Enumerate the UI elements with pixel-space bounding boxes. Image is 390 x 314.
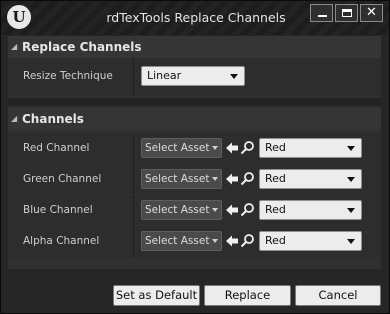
replace-button[interactable]: Replace: [204, 285, 291, 306]
channel-row-blue: Blue Channel Select Asset Red: [8, 195, 381, 225]
browse-asset-search-icon[interactable]: [240, 233, 255, 248]
channel-source-value: Red: [265, 234, 286, 247]
channel-row-green: Green Channel Select Asset Red: [8, 164, 381, 194]
chevron-down-icon: [212, 208, 218, 212]
select-asset-label: Select Asset: [145, 142, 210, 154]
category-title: Replace Channels: [22, 40, 142, 54]
select-asset-label: Select Asset: [145, 235, 210, 247]
channel-label: Blue Channel: [23, 204, 93, 216]
collapse-triangle-icon: ◢: [11, 114, 18, 123]
select-asset-label: Select Asset: [145, 204, 210, 216]
select-asset-dropdown[interactable]: Select Asset: [141, 200, 222, 220]
browse-asset-search-icon[interactable]: [240, 202, 255, 217]
chevron-down-icon: [230, 74, 238, 79]
chevron-down-icon: [212, 146, 218, 150]
resize-technique-value: Linear: [147, 69, 182, 82]
use-selected-asset-arrow-icon[interactable]: [225, 234, 239, 248]
close-button[interactable]: ✕: [360, 4, 383, 22]
minimize-button[interactable]: [310, 4, 333, 22]
channel-source-value: Red: [265, 172, 286, 185]
window-controls: ✕: [308, 4, 383, 22]
select-asset-label: Select Asset: [145, 173, 210, 185]
column-divider[interactable]: [133, 195, 134, 225]
chevron-down-icon: [212, 177, 218, 181]
channel-source-dropdown[interactable]: Red: [259, 138, 362, 158]
select-asset-dropdown[interactable]: Select Asset: [141, 231, 222, 251]
maximize-icon: [342, 9, 352, 17]
set-as-default-button[interactable]: Set as Default: [113, 285, 200, 306]
column-divider[interactable]: [133, 226, 134, 258]
column-divider[interactable]: [133, 58, 134, 96]
channel-label: Green Channel: [23, 173, 102, 185]
chevron-down-icon: [347, 208, 355, 213]
details-panel: ◢ Replace Channels Resize Technique Line…: [8, 36, 381, 269]
use-selected-asset-arrow-icon[interactable]: [225, 141, 239, 155]
collapse-triangle-icon: ◢: [11, 42, 18, 51]
channel-source-value: Red: [265, 141, 286, 154]
section-gap: [8, 98, 381, 106]
column-divider[interactable]: [133, 164, 134, 194]
cancel-button[interactable]: Cancel: [295, 285, 381, 306]
channel-label: Alpha Channel: [23, 235, 100, 247]
browse-asset-search-icon[interactable]: [240, 140, 255, 155]
channel-source-value: Red: [265, 203, 286, 216]
channel-row-alpha: Alpha Channel Select Asset Red: [8, 226, 381, 258]
category-replace-channels[interactable]: ◢ Replace Channels: [8, 36, 381, 58]
column-divider[interactable]: [133, 133, 134, 163]
channel-source-dropdown[interactable]: Red: [259, 200, 362, 220]
chevron-down-icon: [347, 239, 355, 244]
maximize-button[interactable]: [335, 4, 358, 22]
use-selected-asset-arrow-icon[interactable]: [225, 172, 239, 186]
chevron-down-icon: [347, 177, 355, 182]
channel-source-dropdown[interactable]: Red: [259, 231, 362, 251]
browse-asset-search-icon[interactable]: [240, 171, 255, 186]
channel-source-dropdown[interactable]: Red: [259, 169, 362, 189]
resize-technique-dropdown[interactable]: Linear: [141, 66, 245, 86]
title-bar[interactable]: U rdTexTools Replace Channels ✕: [1, 1, 389, 35]
select-asset-dropdown[interactable]: Select Asset: [141, 138, 222, 158]
use-selected-asset-arrow-icon[interactable]: [225, 203, 239, 217]
channel-label: Red Channel: [23, 142, 90, 154]
chevron-down-icon: [347, 146, 355, 151]
chevron-down-icon: [212, 239, 218, 243]
resize-technique-row: Resize Technique Linear: [8, 58, 381, 96]
minimize-icon: [318, 15, 327, 17]
channel-row-red: Red Channel Select Asset Red: [8, 133, 381, 163]
close-icon: ✕: [366, 5, 377, 20]
select-asset-dropdown[interactable]: Select Asset: [141, 169, 222, 189]
category-title: Channels: [22, 112, 84, 126]
replace-channels-dialog: U rdTexTools Replace Channels ✕ ◢ Replac…: [0, 0, 390, 314]
resize-technique-label: Resize Technique: [23, 70, 113, 82]
category-channels[interactable]: ◢ Channels: [8, 108, 381, 130]
